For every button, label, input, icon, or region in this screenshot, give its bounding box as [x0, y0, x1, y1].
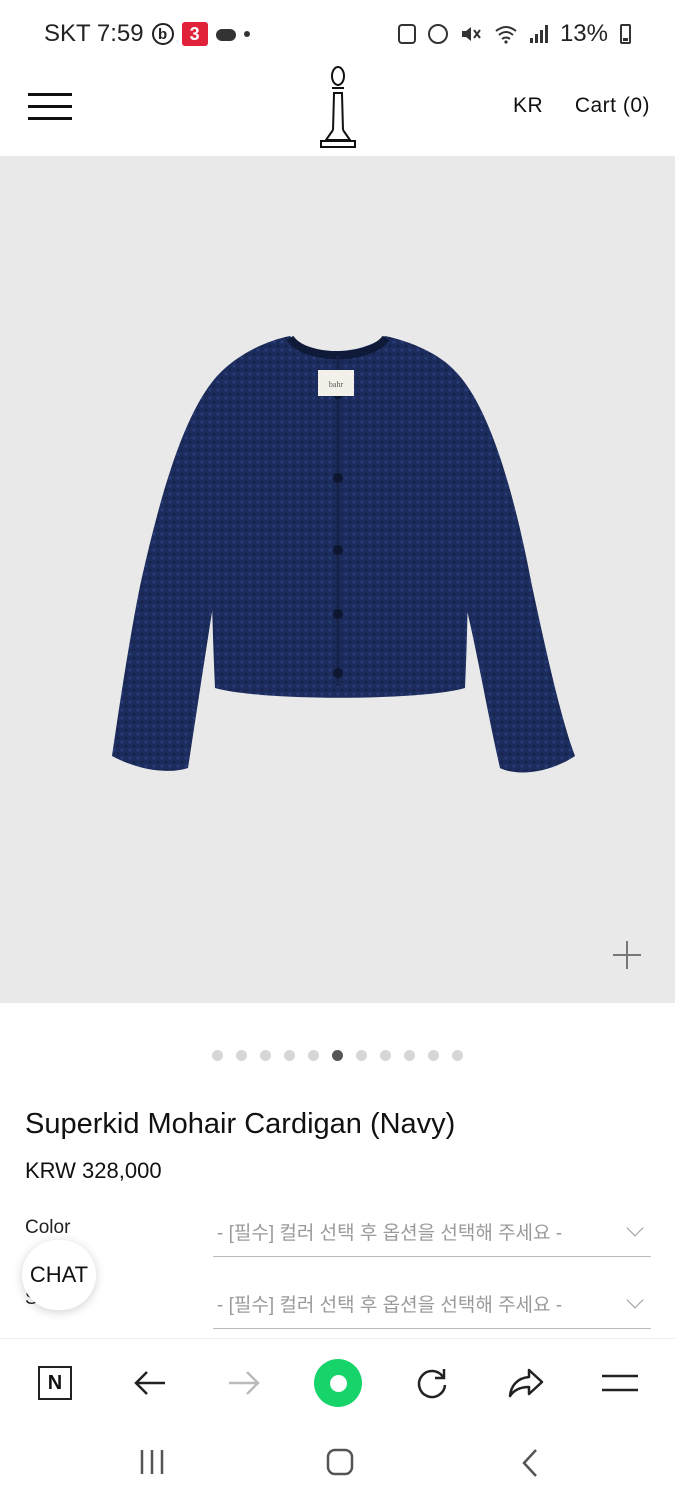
- chevron-down-icon: [626, 1219, 644, 1237]
- pagination-dot[interactable]: [236, 1050, 247, 1061]
- alarm-icon: [427, 24, 448, 44]
- naver-n-icon[interactable]: N: [31, 1359, 79, 1407]
- pagination-dot[interactable]: [428, 1050, 439, 1061]
- chevron-down-icon: [626, 1291, 644, 1309]
- color-select-placeholder: - [필수] 컬러 선택 후 옵션을 선택해 주세요 -: [217, 1222, 563, 1244]
- pagination-dot[interactable]: [452, 1050, 463, 1061]
- bishop-logo-icon[interactable]: [318, 64, 358, 152]
- browser-toolbar: N: [0, 1338, 675, 1427]
- naver-n-box: N: [38, 1366, 72, 1400]
- pagination-dot[interactable]: [380, 1050, 391, 1061]
- pagination-dot[interactable]: [308, 1050, 319, 1061]
- chat-button[interactable]: CHAT: [22, 1240, 96, 1310]
- color-select[interactable]: - [필수] 컬러 선택 후 옵션을 선택해 주세요 -: [213, 1206, 651, 1257]
- product-image[interactable]: bahr: [0, 156, 675, 1003]
- share-icon[interactable]: [502, 1359, 550, 1407]
- product-price: KRW 328,000: [25, 1158, 162, 1183]
- recycle-icon: [397, 24, 416, 44]
- refresh-icon[interactable]: [408, 1359, 456, 1407]
- pagination-dot[interactable]: [284, 1050, 295, 1061]
- cardigan-photo: bahr: [112, 335, 575, 773]
- back-icon[interactable]: [518, 1448, 542, 1478]
- pagination-dot[interactable]: [212, 1050, 223, 1061]
- pagination-dot[interactable]: [332, 1050, 343, 1061]
- image-pagination: [0, 1050, 675, 1061]
- pagination-dot[interactable]: [356, 1050, 367, 1061]
- status-left: SKT 7:59 b 3: [44, 20, 250, 48]
- recent-apps-icon[interactable]: [138, 1448, 166, 1476]
- battery-percent: 13%: [559, 20, 608, 47]
- cart-link[interactable]: Cart (0): [575, 94, 650, 118]
- language-link[interactable]: KR: [513, 94, 543, 118]
- signal-icon: [529, 25, 548, 43]
- battery-icon: [620, 24, 631, 44]
- svg-text:bahr: bahr: [329, 380, 344, 389]
- mute-icon: [461, 27, 481, 41]
- green-home-icon[interactable]: [314, 1359, 362, 1407]
- status-right: 13%: [397, 20, 631, 48]
- forward-arrow-icon[interactable]: [220, 1359, 268, 1407]
- android-nav-bar: [0, 1426, 675, 1500]
- pagination-dot[interactable]: [260, 1050, 271, 1061]
- wifi-icon: [495, 26, 517, 44]
- size-select-placeholder: - [필수] 컬러 선택 후 옵션을 선택해 주세요 -: [217, 1294, 563, 1316]
- cloud-icon: [215, 29, 236, 41]
- product-title: Superkid Mohair Cardigan (Navy): [25, 1108, 456, 1140]
- hamburger-icon[interactable]: [28, 93, 72, 121]
- dot-icon: [243, 31, 250, 37]
- color-label: Color: [25, 1217, 71, 1238]
- pagination-dot[interactable]: [404, 1050, 415, 1061]
- size-select[interactable]: - [필수] 컬러 선택 후 옵션을 선택해 주세요 -: [213, 1278, 651, 1329]
- b-app-icon: b: [151, 23, 174, 45]
- carrier-time: SKT 7:59: [44, 20, 144, 47]
- site-header: KR Cart (0): [0, 60, 675, 156]
- zoom-plus-icon[interactable]: [613, 941, 641, 969]
- menu-icon[interactable]: [596, 1359, 644, 1407]
- back-arrow-icon[interactable]: [126, 1359, 174, 1407]
- 3-app-icon: 3: [181, 22, 208, 46]
- home-icon[interactable]: [326, 1448, 354, 1476]
